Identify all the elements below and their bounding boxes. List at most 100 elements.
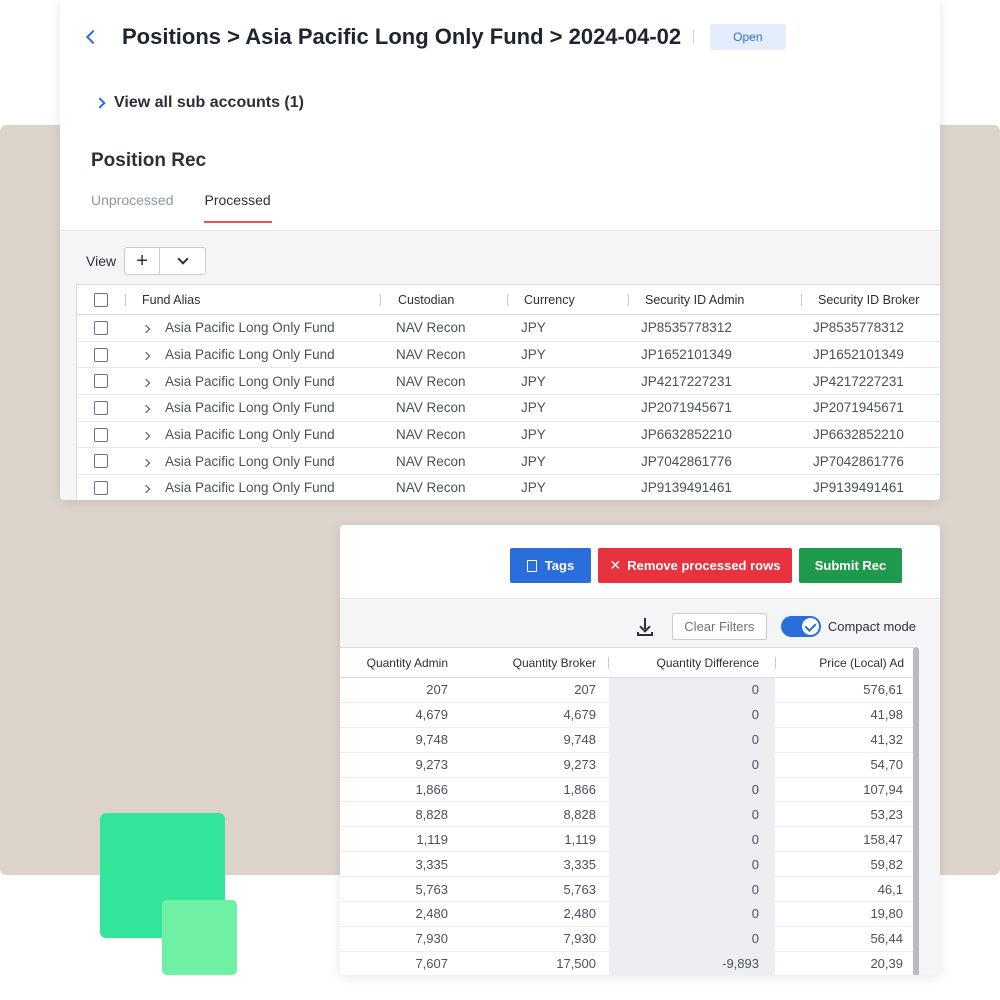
row-checkbox[interactable] [94, 427, 108, 442]
column-header-security-id-admin[interactable]: Security ID Admin [629, 293, 801, 307]
custodian-cell: NAV Recon [396, 427, 466, 443]
price-local-cell: 158,47 [863, 831, 903, 847]
quantity-difference-cell: 0 [609, 827, 775, 852]
fund-alias-cell: Asia Pacific Long Only Fund [125, 400, 379, 415]
column-header-quantity-broker[interactable]: Quantity Broker [450, 656, 598, 670]
custodian-cell: NAV Recon [396, 480, 466, 496]
quantity-broker-cell: 9,273 [563, 757, 596, 773]
row-checkbox[interactable] [94, 347, 108, 362]
chevron-left-icon[interactable] [82, 28, 100, 46]
column-header-security-id-broker[interactable]: Security ID Broker [802, 293, 940, 307]
currency-cell: JPY [521, 480, 546, 496]
security-id-admin-cell: JP6632852210 [641, 427, 732, 443]
column-header-currency[interactable]: Currency [508, 293, 628, 307]
quantity-difference-cell: 0 [609, 877, 775, 902]
compact-mode-label: Compact mode [827, 619, 916, 634]
view-menu-button[interactable] [159, 248, 205, 274]
table-row[interactable]: Asia Pacific Long Only Fund NAV Recon JP… [77, 395, 940, 422]
fund-alias: Asia Pacific Long Only Fund [165, 373, 335, 389]
submit-rec-button[interactable]: Submit Rec [799, 548, 902, 583]
table-row[interactable]: Asia Pacific Long Only Fund NAV Recon JP… [77, 315, 940, 342]
table-row[interactable]: 4,679 4,679 0 41,98 [340, 702, 913, 728]
table-row[interactable]: 9,748 9,748 0 41,32 [340, 727, 913, 753]
tab-processed[interactable]: Processed [203, 192, 272, 223]
price-local-cell: 107,94 [863, 782, 903, 797]
download-tray [636, 631, 653, 636]
fund-alias-cell: Asia Pacific Long Only Fund [125, 374, 379, 389]
table-row[interactable]: Asia Pacific Long Only Fund NAV Recon JP… [77, 422, 940, 449]
table-row[interactable]: 7,607 17,500 -9,893 20,39 [340, 951, 913, 975]
action-buttons: Tags ✕ Remove processed rows Submit Rec [510, 548, 902, 583]
table-row[interactable]: Asia Pacific Long Only Fund NAV Recon JP… [77, 368, 940, 396]
security-id-broker-cell: JP1652101349 [813, 347, 904, 363]
expand-row-icon[interactable] [141, 325, 151, 334]
expand-row-icon[interactable] [141, 431, 151, 441]
currency-cell: JPY [521, 400, 546, 416]
table-row[interactable]: 1,866 1,866 0 107,94 [340, 777, 913, 803]
expand-row-icon[interactable] [141, 458, 151, 468]
table-row[interactable]: 5,763 5,763 0 46,1 [340, 877, 913, 903]
custodian-cell: NAV Recon [396, 453, 466, 469]
table-row[interactable]: 9,273 9,273 0 54,70 [340, 752, 913, 778]
quantity-broker-cell: 1,866 [563, 782, 596, 797]
price-local-cell: 56,44 [870, 931, 903, 947]
fund-alias: Asia Pacific Long Only Fund [165, 453, 335, 469]
table-row[interactable]: 1,119 1,119 0 158,47 [340, 827, 913, 853]
select-all-checkbox[interactable] [94, 292, 108, 307]
custodian-cell: NAV Recon [396, 400, 466, 416]
expand-row-icon[interactable] [141, 405, 151, 414]
quantity-admin-cell: 5,763 [415, 881, 448, 897]
table-row[interactable]: 3,335 3,335 0 59,82 [340, 852, 913, 878]
view-sub-accounts-link[interactable]: View all sub accounts (1) [94, 94, 304, 112]
expand-row-icon[interactable] [141, 485, 151, 494]
column-header-custodian[interactable]: Custodian [381, 293, 507, 307]
quantity-admin-cell: 4,679 [415, 707, 448, 723]
currency-cell: JPY [521, 427, 546, 443]
check-icon [801, 618, 819, 635]
quantity-admin-cell: 9,273 [415, 757, 448, 773]
table-row[interactable]: Asia Pacific Long Only Fund NAV Recon JP… [77, 448, 940, 476]
table-row[interactable]: 7,930 7,930 0 56,44 [340, 926, 913, 952]
row-checkbox[interactable] [94, 400, 108, 415]
download-icon[interactable] [634, 616, 656, 638]
quantity-difference-cell: 0 [609, 727, 775, 752]
security-id-admin-cell: JP9139491461 [641, 480, 732, 496]
add-view-button[interactable]: + [125, 248, 159, 274]
currency-cell: JPY [521, 347, 546, 363]
quantity-broker-cell: 2,480 [563, 906, 596, 922]
clear-filters-button[interactable]: Clear Filters [671, 613, 767, 640]
security-id-admin-cell: JP8535778312 [641, 320, 732, 336]
table-row[interactable]: 2,480 2,480 0 19,80 [340, 902, 913, 927]
sub-accounts-label: View all sub accounts (1) [114, 94, 304, 111]
expand-row-icon[interactable] [141, 378, 151, 387]
price-local-cell: 19,80 [870, 906, 903, 922]
column-header-quantity-difference[interactable]: Quantity Difference [609, 656, 775, 670]
table-row[interactable]: Asia Pacific Long Only Fund NAV Recon JP… [77, 475, 940, 500]
column-header-fund-alias[interactable]: Fund Alias [126, 293, 380, 307]
row-select-cell [77, 427, 125, 442]
tab-unprocessed[interactable]: Unprocessed [91, 192, 174, 223]
column-header-price-local[interactable]: Price (Local) Ad [776, 656, 906, 670]
row-checkbox[interactable] [94, 480, 108, 495]
remove-processed-rows-button[interactable]: ✕ Remove processed rows [598, 548, 792, 583]
compact-mode-toggle[interactable] [780, 616, 821, 637]
price-local-cell: 20,39 [870, 956, 903, 972]
vertical-scrollbar[interactable] [913, 647, 919, 975]
row-checkbox[interactable] [94, 454, 108, 469]
table-row[interactable]: 8,828 8,828 0 53,23 [340, 802, 913, 828]
table-row[interactable]: 207 207 0 576,61 [340, 678, 913, 703]
row-checkbox[interactable] [94, 320, 108, 335]
tags-button[interactable]: Tags [510, 548, 591, 583]
quantity-difference-cell: 0 [609, 702, 775, 727]
row-select-cell [77, 347, 125, 362]
column-header-quantity-admin[interactable]: Quantity Admin [340, 656, 450, 670]
security-id-broker-cell: JP8535778312 [813, 320, 904, 336]
remove-label: Remove processed rows [627, 558, 781, 573]
price-local-cell: 46,1 [877, 881, 903, 897]
table-row[interactable]: Asia Pacific Long Only Fund NAV Recon JP… [77, 342, 940, 369]
quantity-admin-cell: 2,480 [415, 906, 448, 922]
status-badge: Open [710, 24, 786, 50]
row-checkbox[interactable] [94, 374, 108, 389]
quantity-admin-cell: 3,335 [415, 856, 448, 872]
expand-row-icon[interactable] [141, 351, 151, 361]
